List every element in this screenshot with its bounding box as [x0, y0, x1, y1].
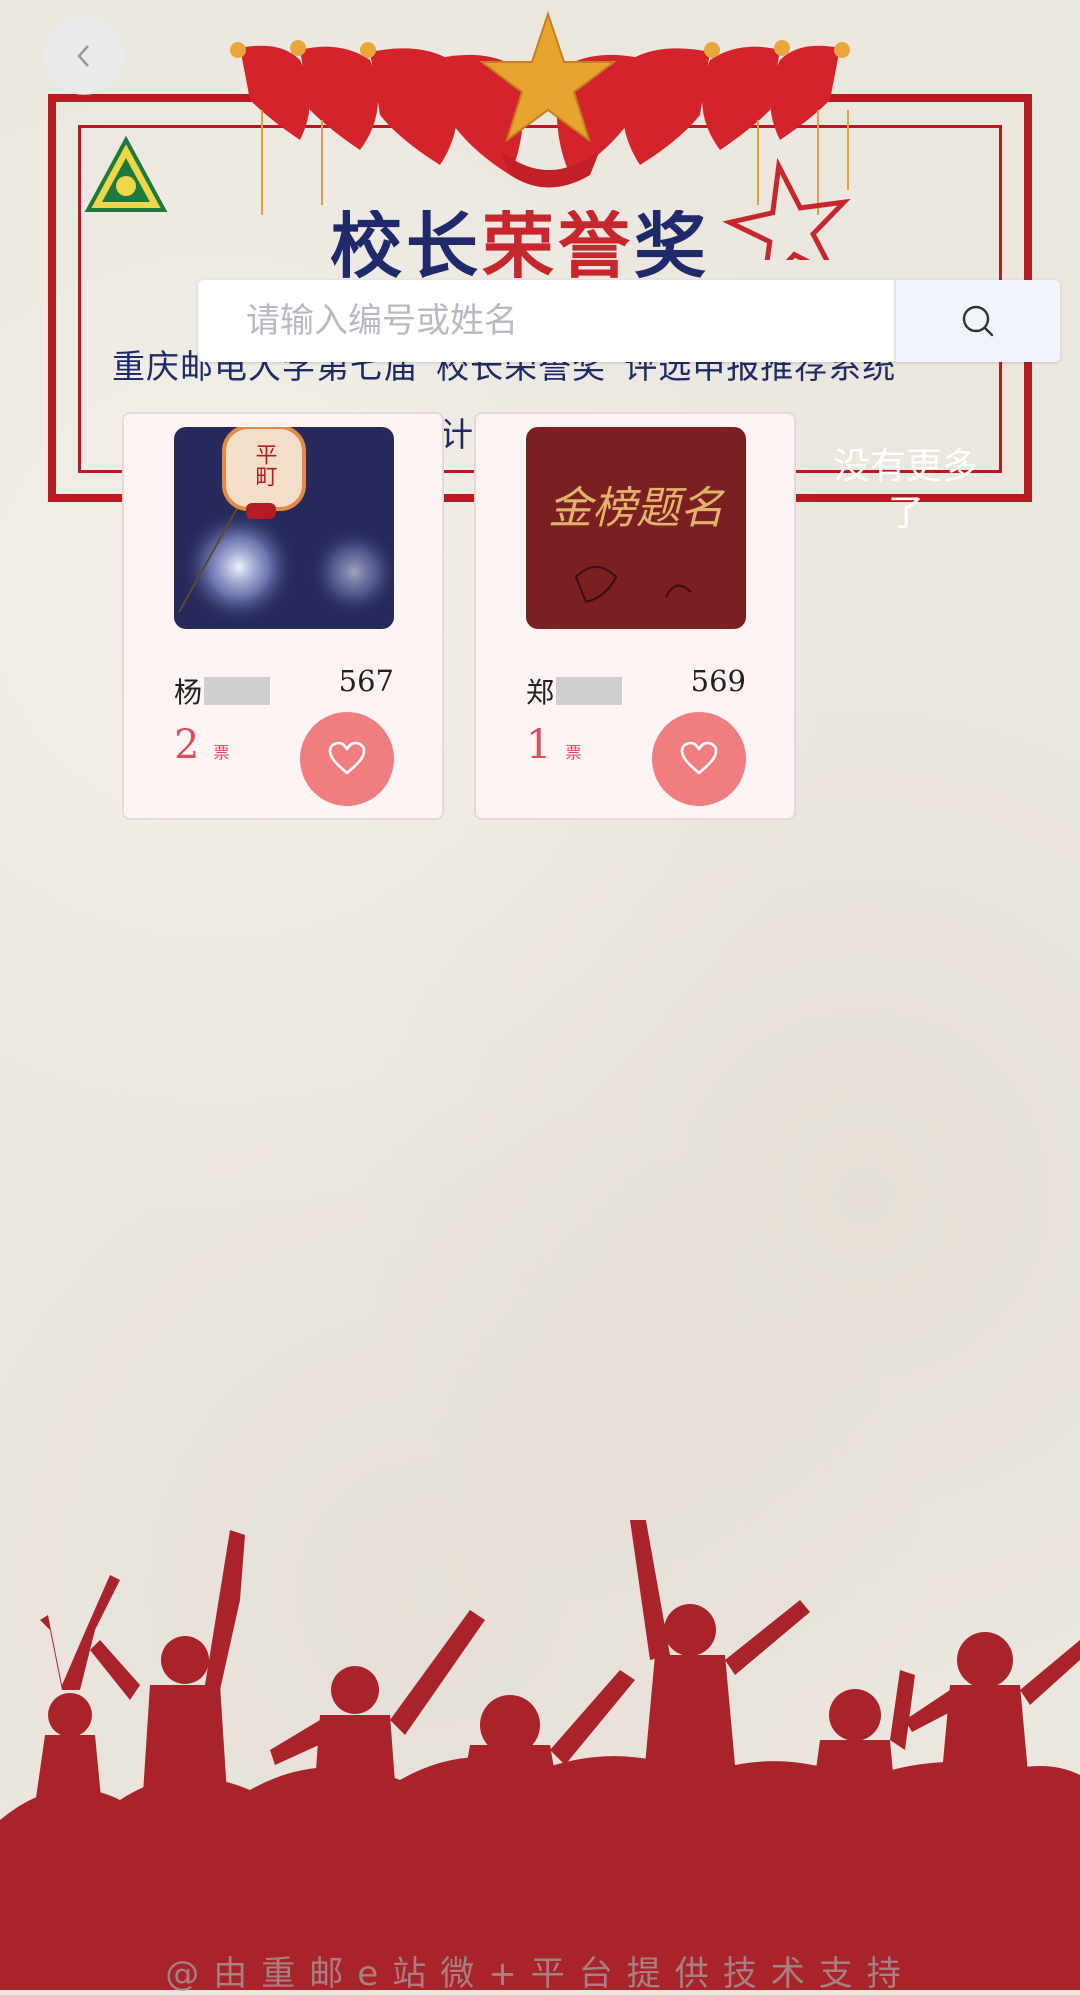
footer-credit: @由重邮e站微+平台提供技术支持 [165, 1954, 915, 1994]
svg-text:平町: 平町 [252, 443, 277, 487]
candidate-number: 567 [338, 664, 394, 698]
heart-icon [328, 741, 366, 775]
candidate-number: 569 [690, 664, 746, 698]
svg-text:金榜题名: 金榜题名 [548, 483, 725, 534]
school-logo [84, 136, 168, 212]
search-input[interactable] [198, 280, 894, 362]
search-icon [962, 305, 994, 337]
candidate-card[interactable]: 金榜题名 郑 569 1票 [474, 412, 796, 820]
candidate-name: 郑 [526, 671, 623, 711]
banner-title: 校长荣誉奖 [330, 210, 711, 280]
back-button[interactable] [45, 17, 123, 95]
candidate-card[interactable]: 平町 杨 567 2票 [122, 412, 444, 820]
vote-count: 2票 [174, 722, 230, 768]
vote-button[interactable] [300, 712, 394, 806]
candidate-photo: 金榜题名 [526, 427, 746, 629]
vote-count: 1票 [526, 722, 582, 768]
chevron-left-icon [77, 45, 89, 67]
heart-icon [680, 741, 718, 775]
search-button[interactable] [894, 280, 1060, 362]
name-redaction [204, 677, 271, 705]
vote-button[interactable] [652, 712, 746, 806]
crowd-silhouette-decoration [0, 1520, 1080, 1990]
candidate-photo: 平町 [174, 427, 394, 629]
candidate-name: 杨 [174, 671, 271, 711]
name-redaction [556, 677, 623, 705]
no-more-text: 没有更多了 [833, 446, 978, 534]
search-bar [198, 280, 1060, 362]
